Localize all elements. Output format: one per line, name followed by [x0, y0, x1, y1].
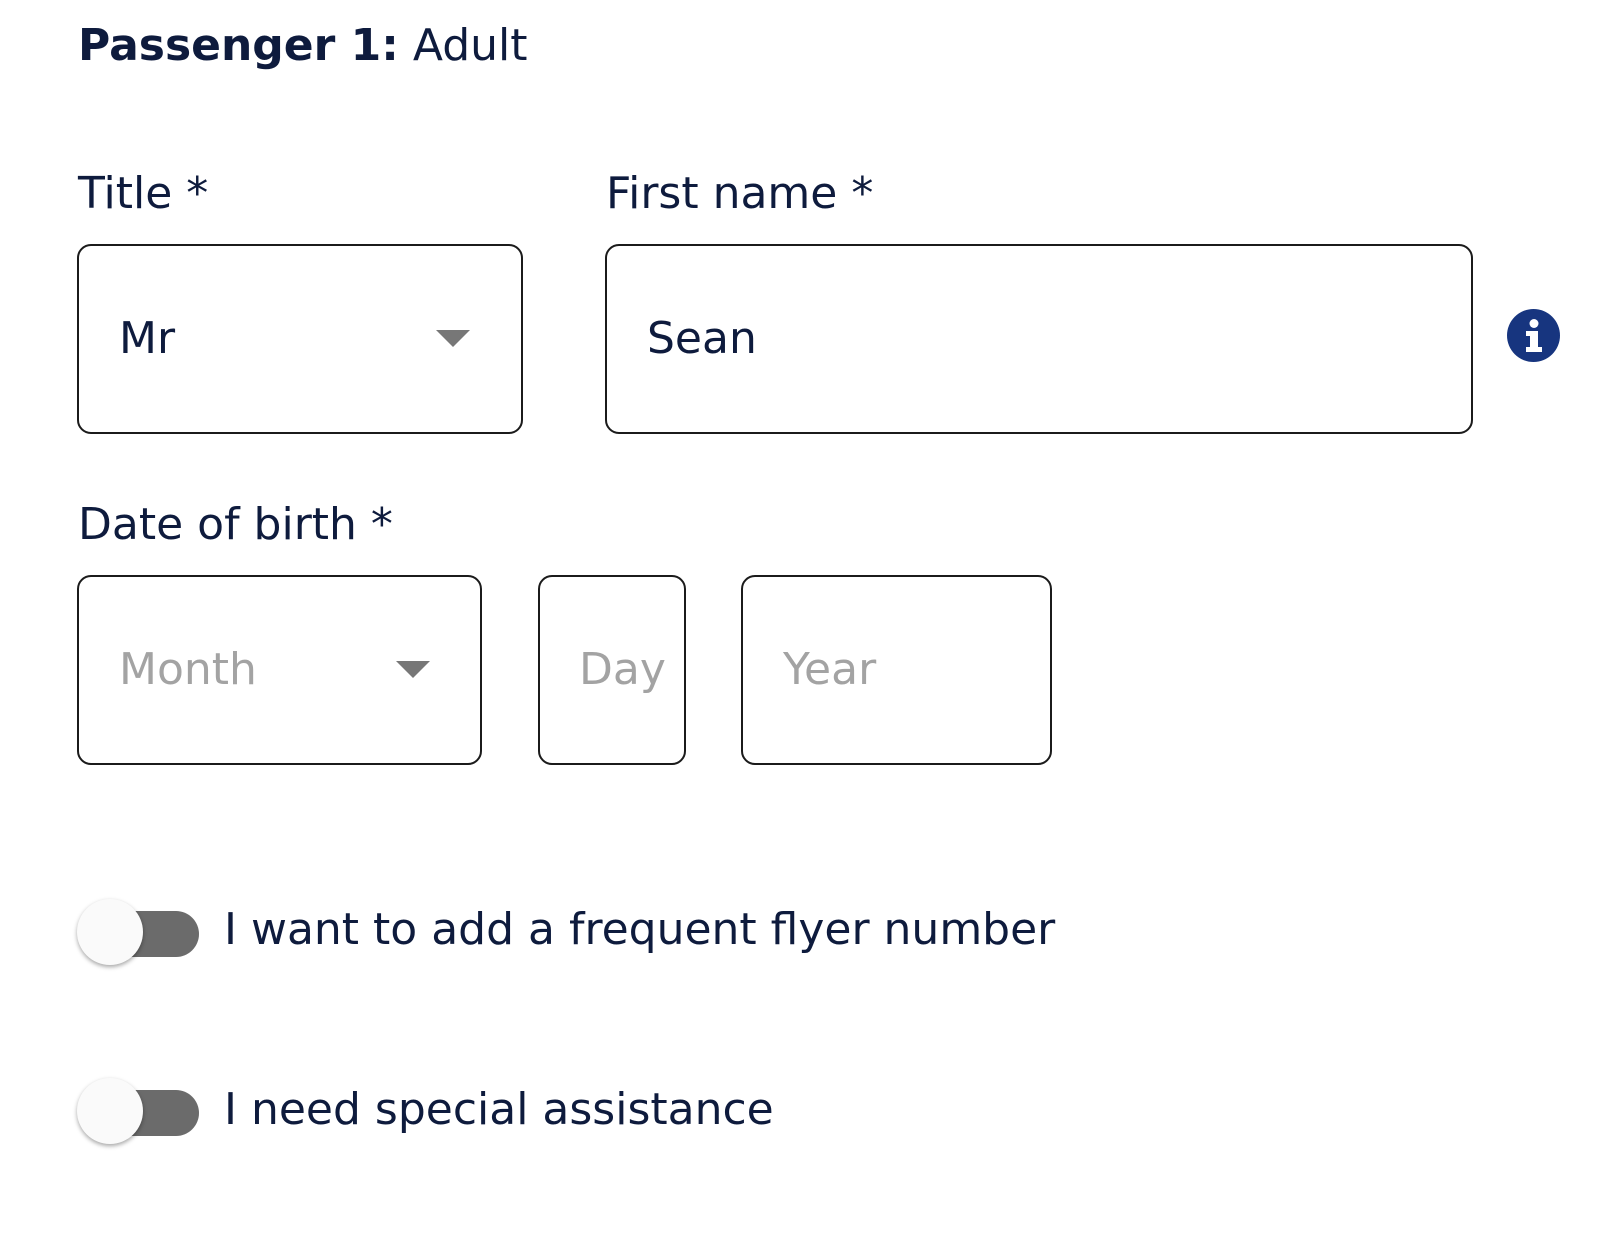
info-icon[interactable] — [1507, 309, 1560, 362]
frequent-flyer-toggle[interactable] — [77, 899, 201, 969]
title-select[interactable]: Mr — [77, 244, 523, 434]
special-assistance-label[interactable]: I need special assistance — [224, 1082, 774, 1138]
dob-day-input[interactable]: Day — [538, 575, 686, 765]
dob-month-placeholder: Month — [119, 644, 257, 695]
toggle-knob — [77, 899, 143, 965]
dob-label: Date of birth * — [78, 499, 393, 550]
special-assistance-toggle[interactable] — [77, 1078, 201, 1148]
toggle-knob — [77, 1078, 143, 1144]
passenger-number: Passenger 1: — [78, 20, 399, 71]
frequent-flyer-label[interactable]: I want to add a frequent flyer number — [224, 902, 1055, 958]
chevron-down-icon — [436, 330, 470, 347]
passenger-form: Passenger 1: Adult Title * Mr First name… — [0, 0, 1600, 1249]
title-value: Mr — [119, 313, 176, 364]
passenger-heading: Passenger 1: Adult — [78, 18, 528, 74]
title-label: Title * — [78, 168, 209, 219]
chevron-down-icon — [396, 661, 430, 678]
first-name-input[interactable]: Sean — [605, 244, 1473, 434]
first-name-label: First name * — [606, 168, 874, 219]
passenger-type: Adult — [412, 20, 528, 71]
first-name-value: Sean — [647, 313, 757, 364]
dob-day-placeholder: Day — [579, 644, 666, 695]
dob-month-select[interactable]: Month — [77, 575, 482, 765]
dob-year-placeholder: Year — [783, 644, 877, 695]
dob-year-input[interactable]: Year — [741, 575, 1052, 765]
